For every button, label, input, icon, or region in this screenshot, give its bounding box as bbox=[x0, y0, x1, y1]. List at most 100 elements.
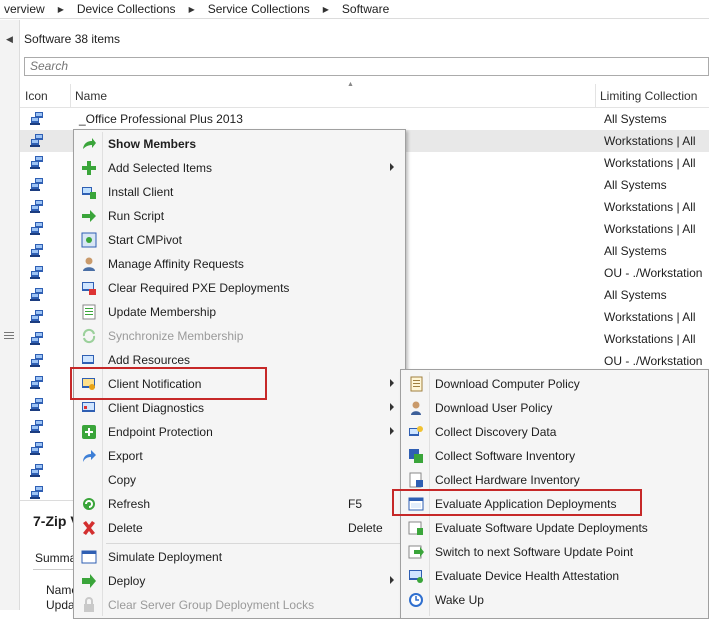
collection-icon bbox=[29, 178, 45, 192]
install-icon bbox=[81, 184, 97, 200]
collection-icon bbox=[29, 420, 45, 434]
collection-icon bbox=[29, 376, 45, 390]
menu-item-export[interactable]: Export bbox=[76, 444, 403, 468]
menu-item-label: Delete bbox=[108, 521, 143, 535]
collection-icon bbox=[29, 112, 45, 126]
update-icon bbox=[81, 304, 97, 320]
discovery-icon bbox=[408, 424, 424, 440]
collection-icon bbox=[29, 332, 45, 346]
menu-item-label: Clear Required PXE Deployments bbox=[108, 281, 290, 295]
hardware-inventory-icon bbox=[408, 472, 424, 488]
limiting-collection: All Systems bbox=[604, 244, 667, 258]
menu-item-label: Synchronize Membership bbox=[108, 329, 244, 343]
breadcrumb-item-device-collections[interactable]: Device Collections bbox=[73, 2, 180, 16]
submenu-item-evaluate-device-health-attestation[interactable]: Evaluate Device Health Attestation bbox=[403, 564, 706, 588]
cmpivot-icon bbox=[81, 232, 97, 248]
tab-summary[interactable]: Summa bbox=[35, 551, 76, 565]
submenu-item-collect-software-inventory[interactable]: Collect Software Inventory bbox=[403, 444, 706, 468]
user-icon bbox=[81, 256, 97, 272]
menu-item-synchronize-membership[interactable]: Synchronize Membership bbox=[76, 324, 403, 348]
software-inventory-icon bbox=[408, 448, 424, 464]
submenu-arrow-icon bbox=[390, 403, 394, 411]
limiting-collection: Workstations | All bbox=[604, 156, 696, 170]
collection-icon bbox=[29, 222, 45, 236]
menu-item-run-script[interactable]: Run Script bbox=[76, 204, 403, 228]
menu-item-clear-server-group-deployment-locks[interactable]: Clear Server Group Deployment Locks bbox=[76, 593, 403, 617]
column-header-name[interactable]: Name bbox=[75, 89, 107, 103]
submenu-item-label: Evaluate Device Health Attestation bbox=[435, 569, 620, 583]
breadcrumb-item-overview[interactable]: verview bbox=[0, 2, 49, 16]
search-input[interactable] bbox=[30, 59, 703, 73]
menu-item-install-client[interactable]: Install Client bbox=[76, 180, 403, 204]
submenu-item-evaluate-software-update-deployments[interactable]: Evaluate Software Update Deployments bbox=[403, 516, 706, 540]
plus-icon bbox=[81, 160, 97, 176]
pxe-icon bbox=[81, 280, 97, 296]
menu-item-label: Client Diagnostics bbox=[108, 401, 205, 415]
highlight-client-notification bbox=[70, 367, 267, 400]
menu-item-start-cmpivot[interactable]: Start CMPivot bbox=[76, 228, 403, 252]
menu-item-add-selected-items[interactable]: Add Selected Items bbox=[76, 156, 403, 180]
copy-icon bbox=[81, 472, 97, 488]
collection-icon bbox=[29, 486, 45, 500]
menu-item-delete[interactable]: Delete Delete bbox=[76, 516, 403, 540]
submenu-item-download-user-policy[interactable]: Download User Policy bbox=[403, 396, 706, 420]
menu-item-show-members[interactable]: Show Members bbox=[76, 132, 403, 156]
collection-icon bbox=[29, 134, 45, 148]
limiting-collection: Workstations | All bbox=[604, 200, 696, 214]
menu-item-label: Install Client bbox=[108, 185, 174, 199]
refresh-icon bbox=[81, 496, 97, 512]
submenu-item-wake-up[interactable]: Wake Up bbox=[403, 588, 706, 612]
menu-item-manage-affinity-requests[interactable]: Manage Affinity Requests bbox=[76, 252, 403, 276]
menu-item-label: Simulate Deployment bbox=[108, 550, 223, 564]
limiting-collection: OU - ./Workstation bbox=[604, 266, 703, 280]
menu-item-endpoint-protection[interactable]: Endpoint Protection bbox=[76, 420, 403, 444]
panel-title: Software 38 items bbox=[24, 32, 121, 46]
breadcrumb-item-service-collections[interactable]: Service Collections bbox=[204, 2, 314, 16]
menu-item-label: Refresh bbox=[108, 497, 151, 511]
submenu-item-label: Collect Software Inventory bbox=[435, 449, 576, 463]
menu-item-deploy[interactable]: Deploy bbox=[76, 569, 403, 593]
column-divider[interactable] bbox=[70, 84, 71, 107]
column-header-icon[interactable]: Icon bbox=[25, 89, 48, 103]
collection-icon bbox=[29, 288, 45, 302]
submenu-arrow-icon bbox=[390, 379, 394, 387]
menu-item-shortcut: Delete bbox=[348, 521, 383, 535]
collection-icon bbox=[29, 266, 45, 280]
column-header-limiting-collection[interactable]: Limiting Collection bbox=[600, 89, 697, 103]
highlight-evaluate-application-deployments bbox=[392, 489, 642, 516]
switch-icon bbox=[408, 544, 424, 560]
navigation-pane-collapsed: ◀ bbox=[0, 20, 20, 610]
menu-item-simulate-deployment[interactable]: Simulate Deployment bbox=[76, 545, 403, 569]
menu-item-label: Add Selected Items bbox=[108, 161, 213, 175]
search-box[interactable] bbox=[24, 57, 709, 76]
policy-icon bbox=[408, 376, 424, 392]
limiting-collection: Workstations | All bbox=[604, 310, 696, 324]
submenu-item-switch-to-next-software-update-point[interactable]: Switch to next Software Update Point bbox=[403, 540, 706, 564]
submenu-item-collect-discovery-data[interactable]: Collect Discovery Data bbox=[403, 420, 706, 444]
menu-item-update-membership[interactable]: Update Membership bbox=[76, 300, 403, 324]
collection-row[interactable]: _Office Professional Plus 2013 All System… bbox=[20, 108, 709, 130]
limiting-collection: Workstations | All bbox=[604, 332, 696, 346]
collection-icon bbox=[29, 354, 45, 368]
collection-name: _Office Professional Plus 2013 bbox=[79, 112, 243, 126]
menu-item-refresh[interactable]: Refresh F5 bbox=[76, 492, 403, 516]
breadcrumb-separator-icon: ▶ bbox=[322, 4, 329, 14]
submenu-arrow-icon bbox=[390, 576, 394, 584]
limiting-collection: All Systems bbox=[604, 178, 667, 192]
submenu-item-label: Download User Policy bbox=[435, 401, 553, 415]
collection-icon bbox=[29, 200, 45, 214]
splitter-grip-icon[interactable] bbox=[4, 332, 14, 342]
submenu-item-download-computer-policy[interactable]: Download Computer Policy bbox=[403, 372, 706, 396]
menu-item-copy[interactable]: Copy bbox=[76, 468, 403, 492]
menu-item-clear-required-pxe-deployments[interactable]: Clear Required PXE Deployments bbox=[76, 276, 403, 300]
health-icon bbox=[408, 568, 424, 584]
arrow-right-icon bbox=[81, 208, 97, 224]
column-divider[interactable] bbox=[595, 84, 596, 107]
collapse-arrow-icon[interactable]: ◀ bbox=[6, 34, 13, 45]
breadcrumb-item-software[interactable]: Software bbox=[338, 2, 393, 16]
arrow-green-icon bbox=[81, 136, 97, 152]
menu-item-label: Run Script bbox=[108, 209, 165, 223]
limiting-collection: All Systems bbox=[604, 112, 667, 126]
breadcrumb-separator-icon: ▶ bbox=[57, 4, 64, 14]
limiting-collection: OU - ./Workstation bbox=[604, 354, 703, 368]
